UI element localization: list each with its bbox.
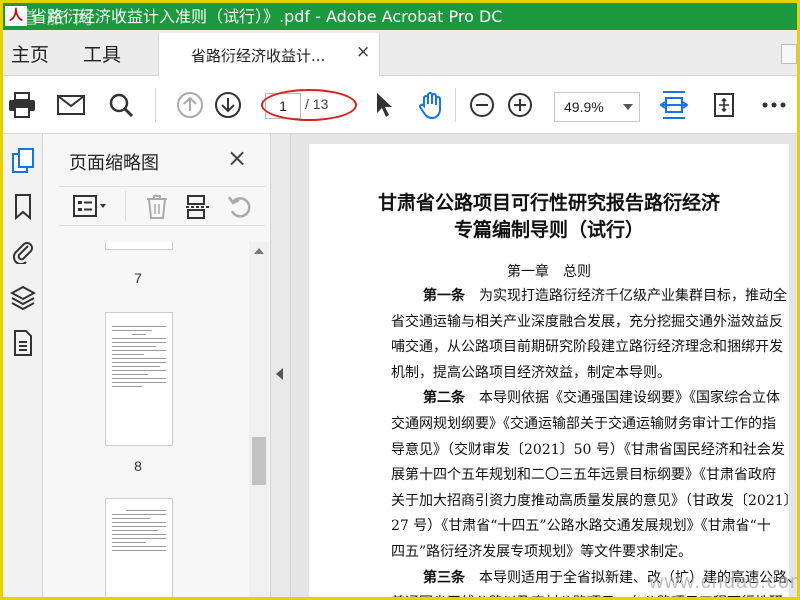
line-text: 普通国省干线公路以及农村公路项目，在公路项目工程可行性研: [391, 595, 783, 597]
document-view[interactable]: 甘肃省公路项目可行性研究报告路衍经济 专篇编制导则（试行） 第一章 总则 第一条…: [291, 134, 797, 597]
search-icon[interactable]: [106, 90, 136, 120]
document-text-line: 展第十四个五年规划和二〇三五年远景目标纲要》《甘肃省政府: [391, 463, 791, 489]
thumbnail-page-8[interactable]: [105, 312, 173, 446]
panel-separator: [125, 191, 126, 221]
hand-tool-icon[interactable]: [417, 90, 447, 120]
panel-title: 页面缩略图: [69, 153, 159, 174]
scrollbar-thumb[interactable]: [252, 437, 266, 485]
collapse-panel-icon[interactable]: [276, 368, 283, 380]
thumbnail-scrollbar[interactable]: [249, 242, 269, 597]
document-title-line2: 专篇编制导则（试行）: [453, 219, 644, 241]
close-tab-icon[interactable]: ×: [356, 42, 370, 62]
document-tab[interactable]: 省路衍经济收益计... ×: [158, 33, 380, 76]
document-text-line: 第二条 本导则依据《交通强国建设纲要》《国家综合立体: [423, 386, 797, 412]
document-tab-label: 省路衍经济收益计...: [191, 47, 326, 65]
line-text: 省交通运输与相关产业深度融合发展，充分挖掘交通外溢效益反: [391, 313, 783, 330]
zoom-in-icon[interactable]: [505, 90, 535, 120]
red-highlight-oval: [261, 89, 357, 121]
chevron-down-icon: [623, 104, 633, 110]
scroll-up-icon[interactable]: [254, 248, 264, 254]
tab-bar: 主页 工具 省路衍经济收益计... ×: [3, 30, 797, 76]
app-window: 人 省路衍经济收益计入准则（试行）》.pdf - Adobe Acrobat P…: [0, 0, 800, 600]
document-text-line: 四五”路衍经济发展专项规划》等文件要求制定。: [391, 540, 791, 566]
watermark-bottom: www.cndao.com: [649, 571, 800, 593]
document-text-line: 第一条 为实现打造路衍经济千亿级产业集群目标，推动全: [423, 284, 797, 310]
thumbnail-list[interactable]: 7 8: [43, 242, 249, 597]
toolbar-separator: [455, 88, 456, 122]
article-number: 第三条: [423, 569, 465, 586]
print-icon[interactable]: [7, 90, 37, 120]
zoom-select[interactable]: 49.9%: [554, 92, 640, 122]
document-text-line: 交通网规划纲要》《交通运输部关于交通运输财务审计工作的指: [391, 412, 791, 438]
layers-icon[interactable]: [10, 284, 36, 310]
line-text: 导意见》（交财审发〔2021〕50 号）《甘肃省国民经济和社会发: [391, 441, 785, 458]
bookmark-icon[interactable]: [10, 194, 36, 220]
window-title: 省路衍经济收益计入准则（试行）》.pdf - Adobe Acrobat Pro…: [31, 7, 503, 26]
full-screen-icon[interactable]: [709, 90, 739, 120]
email-icon[interactable]: [56, 90, 86, 120]
line-text: 关于加大招商引资力度推动高质量发展的意见》（甘政发〔2021〕: [391, 492, 797, 509]
line-text: 交通网规划纲要》《交通运输部关于交通运输财务审计工作的指: [391, 416, 776, 432]
panel-splitter[interactable]: [271, 134, 291, 597]
next-page-icon[interactable]: [213, 90, 243, 120]
document-text-line: 关于加大招商引资力度推动高质量发展的意见》（甘政发〔2021〕: [391, 489, 797, 515]
document-title-line1: 甘肃省公路项目可行性研究报告路衍经济: [377, 192, 720, 214]
title-bar: 人 省路衍经济收益计入准则（试行）》.pdf - Adobe Acrobat P…: [3, 3, 797, 30]
document-text-line: 哺交通，从公路项目前期研究阶段建立路衍经济理念和捆绑开发: [391, 335, 791, 361]
document-text-line: 机制，提高公路项目经济效益，制定本导则。: [391, 361, 791, 387]
thumbnail-label: 8: [134, 458, 142, 474]
line-text: 27 号）《甘肃省“十四五”公路水路交通发展规划》《甘肃省“十: [391, 518, 771, 535]
delete-icon[interactable]: [145, 194, 169, 224]
article-number: 第一条: [423, 288, 465, 304]
chapter-heading: 第一章 总则: [507, 264, 591, 280]
line-text: 机制，提高公路项目经济效益，制定本导则。: [391, 364, 671, 381]
line-text: 展第十四个五年规划和二〇三五年远景目标纲要》《甘肃省政府: [391, 467, 776, 484]
more-icon[interactable]: [759, 90, 789, 120]
document-text-line: 省交通运输与相关产业深度融合发展，充分挖掘交通外溢效益反: [391, 310, 791, 336]
navigation-rail: [3, 134, 43, 597]
article-number: 第二条: [423, 390, 465, 407]
menu-home[interactable]: 主页: [11, 40, 49, 67]
document-page: 甘肃省公路项目可行性研究报告路衍经济 专篇编制导则（试行） 第一章 总则 第一条…: [309, 144, 797, 597]
zoom-out-icon[interactable]: [467, 90, 497, 120]
thumbnail-page-7[interactable]: [105, 242, 173, 250]
zoom-value: 49.9%: [564, 99, 604, 115]
menu-tools[interactable]: 工具: [83, 40, 121, 67]
line-text: 哺交通，从公路项目前期研究阶段建立路衍经济理念和捆绑开发: [391, 339, 783, 356]
thumbnails-panel: 页面缩略图 × 7 8: [43, 134, 271, 597]
fit-page-icon[interactable]: [659, 90, 689, 120]
extract-pages-icon[interactable]: [185, 194, 211, 224]
toolbar: 1 / 13 49.9%: [3, 76, 797, 134]
close-panel-icon[interactable]: ×: [227, 144, 247, 172]
select-cursor-icon[interactable]: [369, 90, 399, 120]
thumbnail-label: 7: [134, 270, 142, 286]
watermark-top: 道 旅 网: [19, 8, 95, 29]
previous-page-icon[interactable]: [175, 90, 205, 120]
line-text: 四五”路衍经济发展专项规划》等文件要求制定。: [391, 544, 693, 560]
line-text: 为实现打造路衍经济千亿级产业集群目标，推动全: [465, 288, 787, 304]
tab-scroll-button[interactable]: [781, 44, 797, 64]
toolbar-separator: [155, 88, 156, 122]
attachment-icon[interactable]: [10, 238, 36, 264]
line-text: 本导则依据《交通强国建设纲要》《国家综合立体: [465, 390, 780, 407]
panel-toolbar: [59, 186, 265, 226]
document-properties-icon[interactable]: [10, 330, 36, 356]
thumbnail-page-9[interactable]: [105, 498, 173, 597]
rotate-icon[interactable]: [227, 194, 253, 224]
thumbnail-options-icon[interactable]: [73, 195, 109, 221]
document-text-line: 导意见》（交财审发〔2021〕50 号）《甘肃省国民经济和社会发: [391, 438, 791, 464]
page-thumbnails-icon[interactable]: [10, 148, 36, 174]
document-text-line: 27 号）《甘肃省“十四五”公路水路交通发展规划》《甘肃省“十: [391, 514, 791, 540]
